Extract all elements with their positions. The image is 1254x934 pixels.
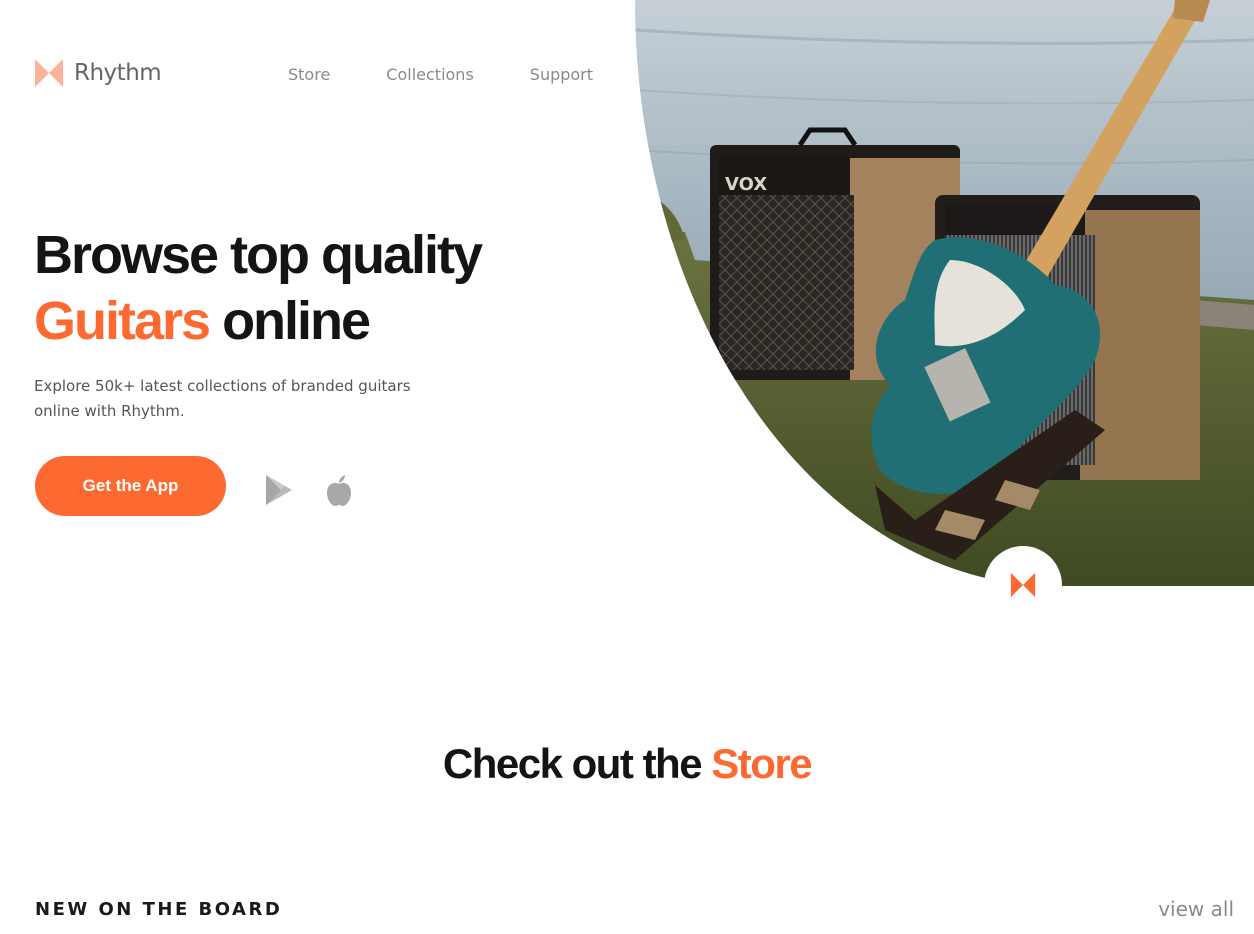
view-all-link[interactable]: view all <box>1158 897 1234 921</box>
hero-description: Explore 50k+ latest collections of brand… <box>34 377 411 420</box>
store-section-title: Check out the Store <box>0 740 1254 788</box>
brand-logo[interactable]: Rhythm <box>34 58 162 88</box>
store-title-accent: Store <box>711 740 812 787</box>
nav-support[interactable]: Support <box>530 65 593 84</box>
brand-badge <box>984 546 1062 624</box>
hero-title-line1: Browse top quality <box>34 225 483 285</box>
svg-text:VOX: VOX <box>725 174 767 195</box>
new-on-board-heading: NEW ON THE BOARD <box>35 899 283 920</box>
get-the-app-button[interactable]: Get the App <box>35 456 226 516</box>
rhythm-logo-icon <box>35 59 63 87</box>
main-nav: Store Collections Support <box>288 65 649 84</box>
hero-image-guitar-amps: VOX <box>635 0 1254 586</box>
store-title-prefix: Check out the <box>442 740 712 787</box>
rhythm-logo-icon <box>1010 572 1036 598</box>
apple-icon[interactable] <box>324 473 354 507</box>
hero-title-accent: Guitars <box>34 291 211 351</box>
nav-store[interactable]: Store <box>288 65 330 84</box>
landing-page: Rhythm Store Collections Support Browse … <box>0 0 1254 934</box>
hero-title-rest: online <box>209 291 371 351</box>
hero-title: Browse top quality Guitars online <box>34 222 483 354</box>
google-play-icon[interactable] <box>264 473 294 507</box>
brand-name: Rhythm <box>74 60 162 86</box>
nav-collections[interactable]: Collections <box>386 65 473 84</box>
guitar-amps-illustration: VOX <box>635 0 1254 586</box>
